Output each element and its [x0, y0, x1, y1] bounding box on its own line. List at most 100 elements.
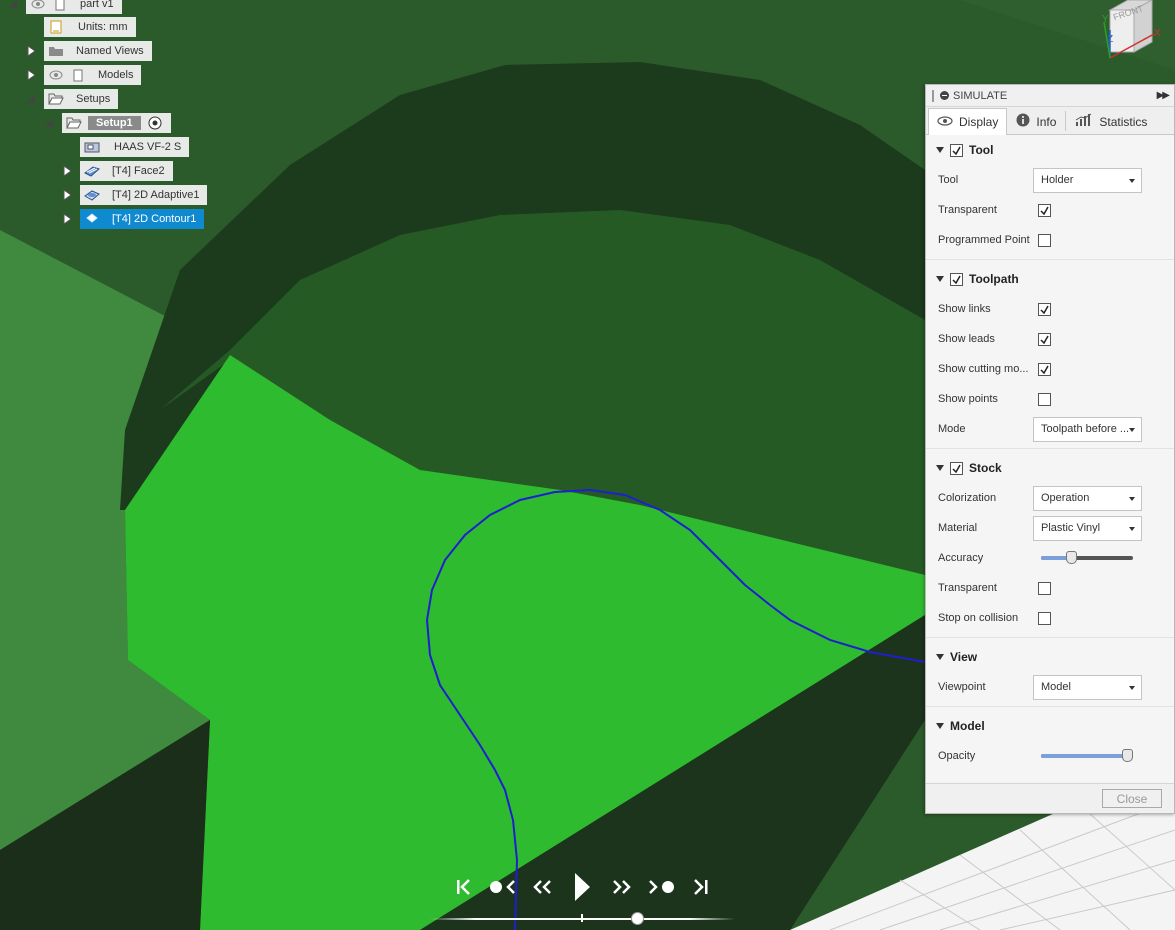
section-collapse-icon[interactable]: [936, 723, 944, 729]
expand-arrow-icon[interactable]: [24, 41, 38, 61]
tool-section-checkbox[interactable]: [950, 143, 963, 157]
tree-node-root[interactable]: part v1: [26, 0, 122, 14]
tool-transparent-label: Transparent: [938, 204, 997, 216]
folder-icon: [48, 43, 64, 59]
section-tool[interactable]: Tool: [926, 135, 1174, 165]
programmed-point-checkbox[interactable]: [1038, 233, 1051, 247]
go-to-end-button[interactable]: [685, 874, 715, 900]
next-operation-button[interactable]: [646, 874, 676, 900]
mode-label: Mode: [938, 423, 966, 435]
accuracy-label: Accuracy: [938, 552, 984, 564]
open-folder-icon: [48, 91, 64, 107]
row-accuracy: Accuracy: [926, 543, 1174, 573]
tree-node-op-face[interactable]: [T4] Face2: [80, 161, 173, 181]
tree-op-adaptive[interactable]: [T4] 2D Adaptive1: [60, 185, 208, 205]
tree-node-named-views[interactable]: Named Views: [44, 41, 152, 61]
opacity-label: Opacity: [938, 750, 976, 762]
expand-panel-icon[interactable]: ▶▶: [1157, 90, 1170, 101]
drag-handle-icon[interactable]: [932, 89, 934, 102]
tree-node-units[interactable]: Units: mm: [44, 17, 136, 37]
tool-transparent-checkbox[interactable]: [1038, 203, 1051, 217]
opacity-slider[interactable]: [1041, 749, 1133, 763]
material-dropdown[interactable]: Plastic Vinyl: [1033, 515, 1142, 541]
tree-node-setups[interactable]: Setups: [44, 89, 119, 109]
expand-arrow-icon[interactable]: [60, 209, 74, 229]
document-icon: [48, 19, 64, 35]
tree-node-setup1[interactable]: Setup1: [62, 113, 171, 133]
slider-knob[interactable]: [1122, 749, 1133, 762]
show-points-checkbox[interactable]: [1038, 392, 1051, 406]
row-show-points: Show points: [926, 384, 1174, 414]
step-back-button[interactable]: [528, 874, 558, 900]
slider-knob[interactable]: [1065, 551, 1077, 564]
row-colorization: Colorization Operation: [926, 483, 1174, 513]
viewcube[interactable]: FRONT Y Z X: [1090, 0, 1175, 70]
tree-named-views[interactable]: Named Views: [24, 41, 152, 61]
close-button[interactable]: Close: [1102, 789, 1162, 808]
expand-arrow-icon[interactable]: [60, 161, 74, 181]
active-target-icon[interactable]: [147, 115, 163, 131]
expand-arrow-icon[interactable]: [60, 185, 74, 205]
section-toolpath[interactable]: Toolpath: [926, 264, 1174, 294]
tree-units[interactable]: Units: mm: [44, 17, 136, 37]
tree-op-face-label: [T4] Face2: [112, 165, 165, 177]
tree-machine-label: HAAS VF-2 S: [114, 141, 182, 153]
tree-op-contour[interactable]: [T4] 2D Contour1: [60, 209, 205, 229]
eye-icon[interactable]: [48, 67, 64, 83]
viewpoint-dropdown[interactable]: Model: [1033, 674, 1142, 700]
timeline-thumb[interactable]: [630, 912, 644, 925]
section-collapse-icon[interactable]: [936, 276, 944, 282]
panel-header[interactable]: SIMULATE ▶▶: [926, 85, 1174, 107]
section-divider: [926, 259, 1174, 260]
section-collapse-icon[interactable]: [936, 465, 944, 471]
show-links-checkbox[interactable]: [1038, 302, 1051, 316]
tree-setups[interactable]: Setups: [24, 89, 119, 109]
section-collapse-icon[interactable]: [936, 147, 944, 153]
tree-node-machine[interactable]: HAAS VF-2 S: [80, 137, 190, 157]
collapse-panel-icon[interactable]: [940, 91, 949, 100]
section-model-label: Model: [950, 719, 985, 733]
section-model[interactable]: Model: [926, 711, 1174, 741]
accuracy-slider[interactable]: [1041, 551, 1133, 565]
tree-machine[interactable]: HAAS VF-2 S: [80, 137, 190, 157]
tool-dropdown[interactable]: Holder: [1033, 167, 1142, 193]
tree-op-face[interactable]: [T4] Face2: [60, 161, 173, 181]
tree-node-models[interactable]: Models: [44, 65, 142, 85]
show-leads-label: Show leads: [938, 333, 995, 345]
row-stock-transparent: Transparent: [926, 573, 1174, 603]
stop-collision-checkbox[interactable]: [1038, 611, 1051, 625]
tab-statistics[interactable]: Statistics: [1066, 108, 1156, 134]
section-collapse-icon[interactable]: [936, 654, 944, 660]
chevron-down-icon: [1129, 427, 1135, 432]
tree-models[interactable]: Models: [24, 65, 142, 85]
collapse-arrow-icon[interactable]: [6, 0, 20, 14]
step-forward-button[interactable]: [607, 874, 637, 900]
colorization-dropdown[interactable]: Operation: [1033, 485, 1142, 511]
row-show-cutting: Show cutting mo...: [926, 354, 1174, 384]
toolpath-section-checkbox[interactable]: [950, 272, 963, 286]
show-cutting-checkbox[interactable]: [1038, 362, 1051, 376]
collapse-arrow-icon[interactable]: [42, 113, 56, 133]
tree-root[interactable]: part v1: [6, 0, 122, 14]
expand-arrow-icon[interactable]: [24, 65, 38, 85]
previous-operation-button[interactable]: [489, 874, 519, 900]
tab-display[interactable]: Display: [928, 108, 1008, 135]
stock-transparent-checkbox[interactable]: [1038, 581, 1051, 595]
go-to-start-button[interactable]: [450, 874, 480, 900]
stop-collision-label: Stop on collision: [938, 612, 1019, 624]
tree-node-op-adaptive[interactable]: [T4] 2D Adaptive1: [80, 185, 208, 205]
divider-wrap: [926, 255, 1174, 264]
tree-node-op-contour[interactable]: [T4] 2D Contour1: [80, 209, 205, 229]
tree-setup1[interactable]: Setup1: [42, 113, 171, 133]
timeline-slider[interactable]: [430, 912, 735, 925]
section-view[interactable]: View: [926, 642, 1174, 672]
panel-tabs: Display Info Statistics: [926, 107, 1174, 135]
mode-dropdown[interactable]: Toolpath before ...: [1033, 416, 1142, 442]
play-button[interactable]: [567, 873, 597, 901]
show-leads-checkbox[interactable]: [1038, 332, 1051, 346]
eye-icon[interactable]: [30, 0, 46, 12]
tab-info[interactable]: Info: [1007, 108, 1065, 134]
section-stock[interactable]: Stock: [926, 453, 1174, 483]
collapse-arrow-icon[interactable]: [24, 89, 38, 109]
stock-section-checkbox[interactable]: [950, 461, 963, 475]
